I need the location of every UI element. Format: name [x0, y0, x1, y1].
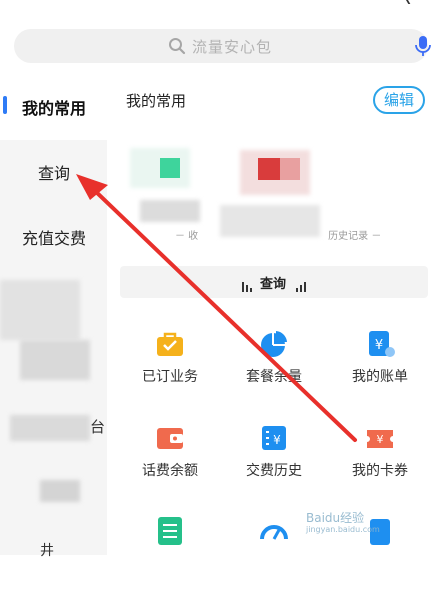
annotation-arrow	[76, 174, 357, 442]
watermark: Baidu经验 jingyan.baidu.com	[306, 512, 380, 536]
watermark-text: Baidu经验	[306, 511, 365, 525]
watermark-sub: jingyan.baidu.com	[306, 525, 380, 534]
